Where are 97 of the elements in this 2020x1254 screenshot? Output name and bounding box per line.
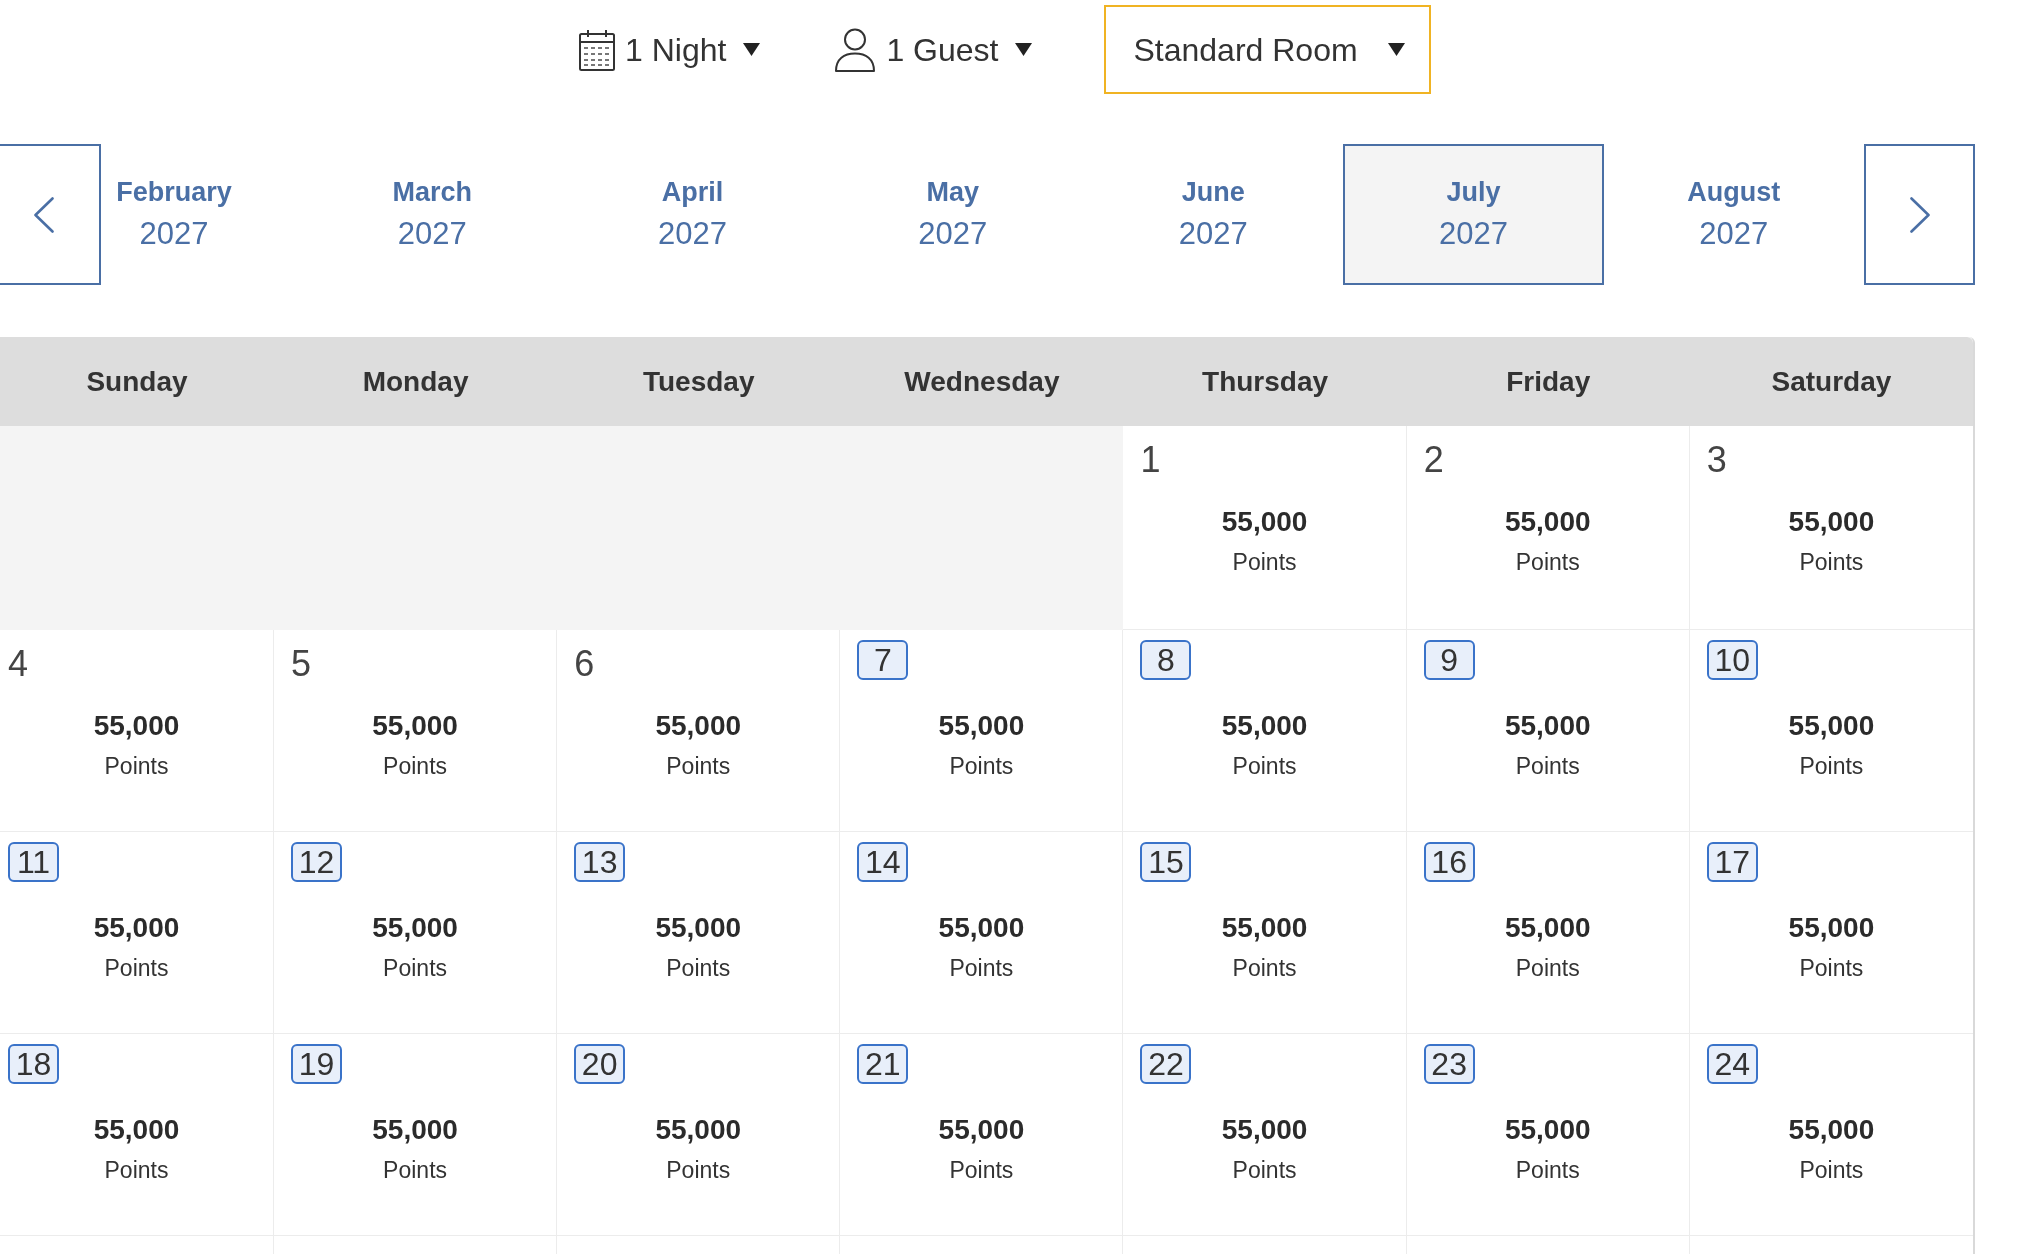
points-unit: Points: [1799, 1156, 1864, 1185]
day-number: 5: [291, 642, 312, 682]
chevron-left-icon: [33, 196, 54, 233]
day-button[interactable]: 12: [291, 842, 342, 882]
chevron-right-icon: [1909, 196, 1930, 233]
weekday-label: Thursday: [1202, 364, 1329, 399]
day-button[interactable]: 15: [1140, 842, 1192, 882]
points-unit: Points: [666, 954, 731, 983]
day-button[interactable]: 9: [1423, 640, 1475, 680]
points-value: 55,000: [938, 911, 1025, 945]
guests-dropdown[interactable]: 1 Guest: [832, 25, 1035, 74]
weekday-label: Tuesday: [642, 364, 755, 399]
day-button[interactable]: 17: [1706, 842, 1758, 882]
points-unit: Points: [1515, 752, 1580, 781]
points-unit: Points: [383, 752, 448, 781]
weekday-label: Wednesday: [904, 364, 1060, 399]
points-unit: Points: [949, 752, 1014, 781]
points-value: 55,000: [1221, 1113, 1308, 1147]
day-button[interactable]: 18: [8, 1044, 59, 1084]
points-value: 55,000: [1788, 911, 1875, 945]
points-value: 55,000: [938, 709, 1025, 743]
day-button[interactable]: 11: [8, 842, 59, 882]
points-unit: Points: [1232, 954, 1297, 983]
points-value: 55,000: [655, 1113, 742, 1147]
weekday-label: Sunday: [86, 364, 188, 399]
month-tab[interactable]: March 2027: [302, 144, 563, 285]
day-number: 4: [8, 642, 29, 682]
points-unit: Points: [949, 1156, 1014, 1185]
points-unit: Points: [1232, 548, 1297, 577]
points-value: 55,000: [372, 1113, 458, 1147]
month-tab[interactable]: April 2027: [562, 144, 823, 285]
day-button[interactable]: 23: [1423, 1044, 1475, 1084]
points-unit: Points: [1515, 1156, 1580, 1185]
points-value: 55,000: [372, 709, 458, 743]
day-button[interactable]: 14: [857, 842, 909, 882]
day-button[interactable]: 13: [574, 842, 626, 882]
calendar-icon: [579, 28, 615, 71]
points-value: 55,000: [1504, 709, 1591, 743]
points-unit: Points: [666, 752, 731, 781]
day-number: 1: [1140, 438, 1161, 478]
points-unit: Points: [1232, 1156, 1297, 1185]
previous-months-button[interactable]: [0, 144, 101, 285]
points-value: 55,000: [1504, 505, 1591, 539]
points-unit: Points: [949, 954, 1014, 983]
weekday-label: Saturday: [1771, 364, 1892, 399]
next-months-button[interactable]: [1864, 144, 1975, 285]
points-value: 55,000: [1788, 709, 1875, 743]
points-unit: Points: [383, 1156, 448, 1185]
points-unit: Points: [666, 1156, 731, 1185]
points-unit: Points: [104, 1156, 169, 1185]
points-unit: Points: [1799, 752, 1864, 781]
points-value: 55,000: [1504, 1113, 1591, 1147]
month-tab[interactable]: June 2027: [1083, 144, 1344, 285]
day-button[interactable]: 24: [1706, 1044, 1758, 1084]
points-unit: Points: [104, 752, 169, 781]
points-unit: Points: [383, 954, 448, 983]
room-type-select[interactable]: Standard Room: [1104, 5, 1431, 94]
day-number: 2: [1423, 438, 1444, 478]
points-unit: Points: [1232, 752, 1297, 781]
day-button[interactable]: 19: [291, 1044, 342, 1084]
day-button[interactable]: 8: [1140, 640, 1192, 680]
day-button[interactable]: 16: [1423, 842, 1475, 882]
points-unit: Points: [1515, 954, 1580, 983]
caret-icon: [743, 43, 761, 56]
day-button[interactable]: 22: [1140, 1044, 1192, 1084]
month-tab[interactable]: February 2027: [101, 144, 302, 285]
month-tab[interactable]: May 2027: [822, 144, 1083, 285]
points-value: 55,000: [372, 911, 458, 945]
day-button[interactable]: 21: [857, 1044, 909, 1084]
points-unit: Points: [1799, 954, 1864, 983]
day-number: 6: [574, 642, 595, 682]
points-value: 55,000: [1788, 505, 1875, 539]
points-unit: Points: [104, 954, 169, 983]
points-value: 55,000: [655, 911, 742, 945]
points-value: 55,000: [1788, 1113, 1875, 1147]
points-value: 55,000: [93, 709, 180, 743]
person-icon: [834, 27, 877, 72]
day-button[interactable]: 10: [1706, 640, 1758, 680]
day-button[interactable]: 20: [574, 1044, 626, 1084]
points-unit: Points: [1799, 548, 1864, 577]
points-unit: Points: [1515, 548, 1580, 577]
caret-icon: [1015, 43, 1033, 56]
month-tab[interactable]: July 2027: [1343, 144, 1604, 285]
points-value: 55,000: [93, 911, 180, 945]
points-value: 55,000: [1221, 505, 1308, 539]
points-value: 55,000: [1221, 709, 1308, 743]
day-number: 3: [1706, 438, 1727, 478]
month-tab[interactable]: August 2027: [1603, 144, 1864, 285]
points-value: 55,000: [938, 1113, 1025, 1147]
weekday-label: Friday: [1506, 364, 1591, 399]
weekday-label: Monday: [362, 364, 469, 399]
caret-icon: [1387, 43, 1405, 56]
points-value: 55,000: [655, 709, 742, 743]
day-button[interactable]: 7: [857, 640, 909, 680]
points-value: 55,000: [1504, 911, 1591, 945]
points-value: 55,000: [93, 1113, 180, 1147]
points-value: 55,000: [1221, 911, 1308, 945]
